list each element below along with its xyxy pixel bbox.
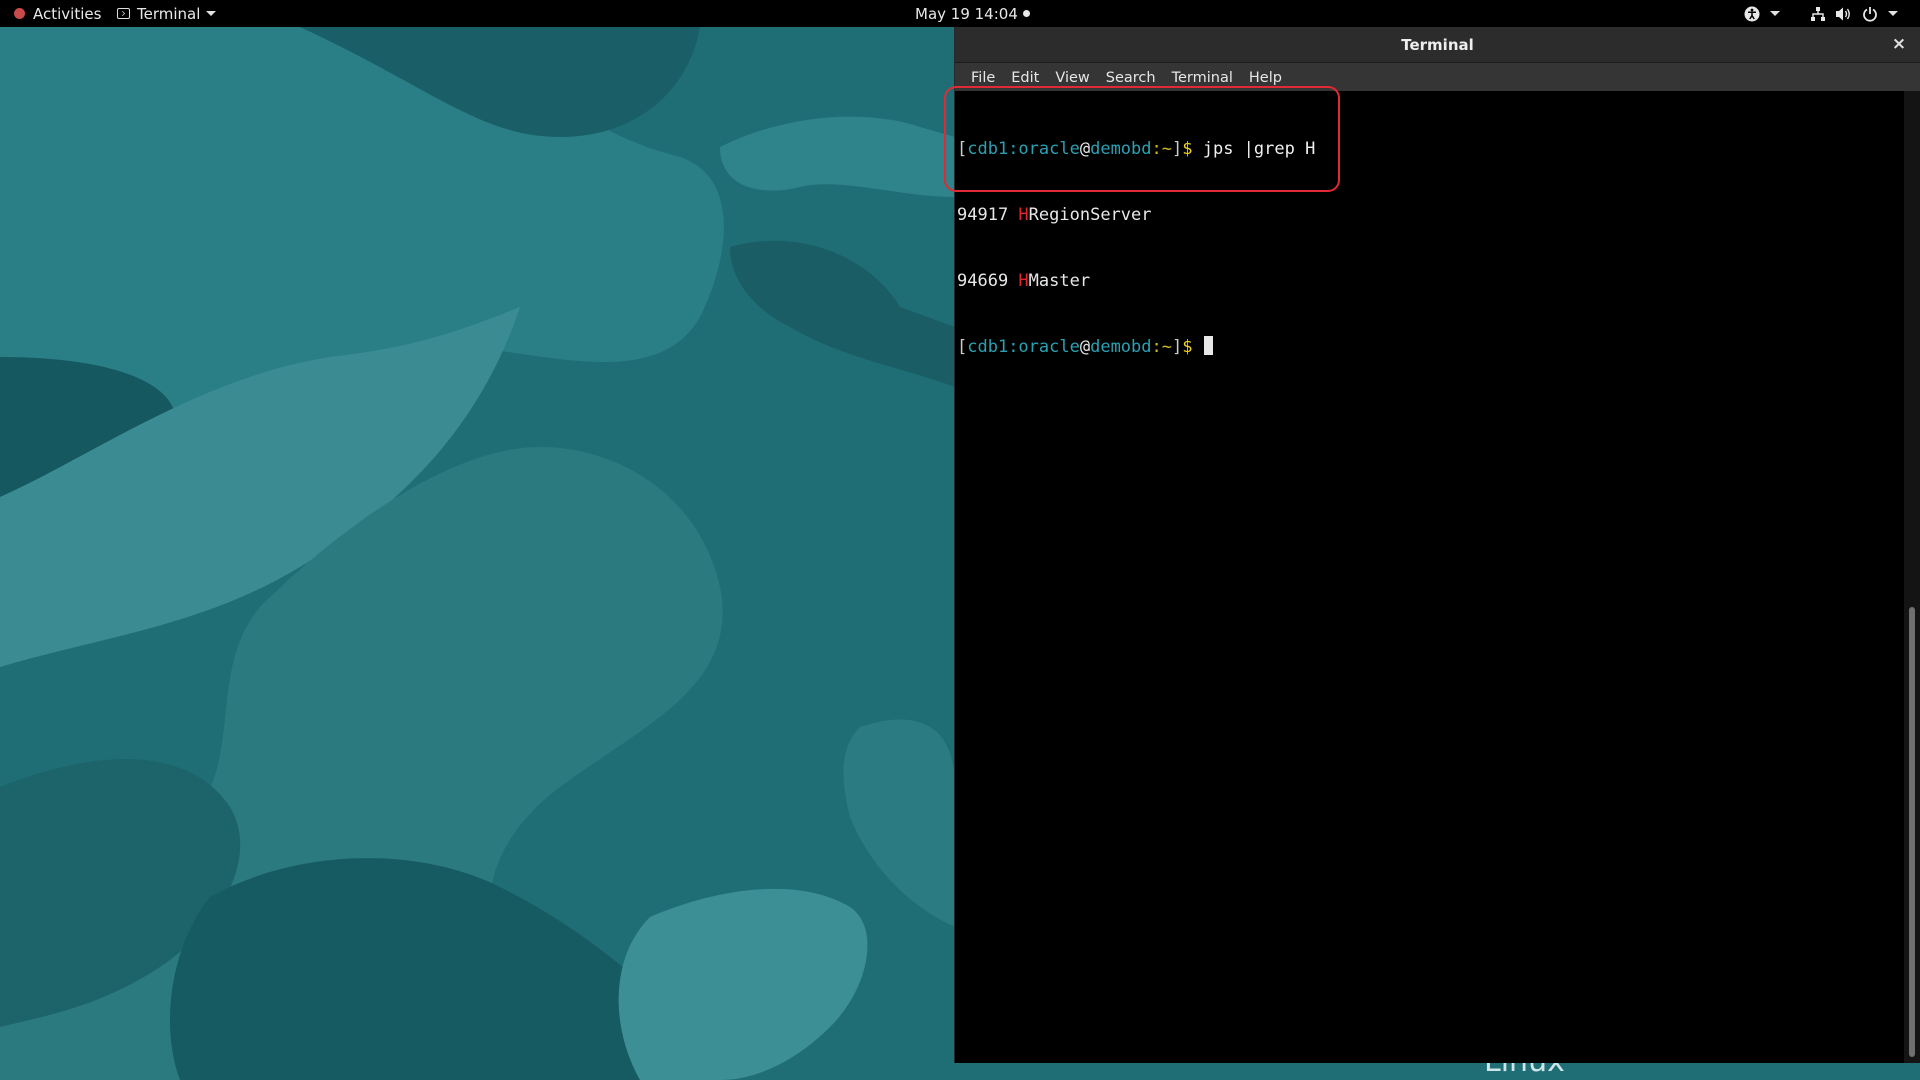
grep-match: H — [1018, 271, 1029, 291]
window-title: Terminal — [1401, 35, 1474, 54]
system-menu[interactable] — [1810, 0, 1898, 27]
scrollbar-thumb[interactable] — [1909, 607, 1915, 1057]
prompt-user: cdb1:oracle — [967, 337, 1080, 357]
prompt-line: [cdb1:oracle@demobd:~]$ — [957, 336, 1315, 358]
network-icon — [1811, 6, 1825, 21]
prompt-path: :~ — [1151, 337, 1172, 357]
clock-button[interactable]: May 19 14:04 — [915, 0, 1030, 27]
app-menu-label: Terminal — [137, 4, 201, 23]
prompt-dollar: $ — [1182, 337, 1193, 357]
prompt-at: @ — [1079, 337, 1091, 357]
window-titlebar[interactable]: Terminal × — [955, 27, 1920, 63]
process-id: 94917 — [957, 205, 1019, 225]
output-line: 94669 HMaster — [957, 270, 1315, 292]
accessibility-menu[interactable] — [1744, 0, 1780, 27]
terminal-output-area[interactable]: [cdb1:oracle@demobd:~]$ jps |grep H 9491… — [955, 91, 1904, 1063]
chevron-down-icon — [1770, 11, 1780, 16]
prompt-bracket: ] — [1172, 337, 1183, 357]
distro-logo-icon — [14, 8, 25, 19]
process-id: 94669 — [957, 271, 1019, 291]
notification-dot-icon — [1022, 10, 1030, 17]
prompt-host: demobd — [1090, 337, 1152, 357]
process-name: RegionServer — [1028, 205, 1152, 225]
vertical-scrollbar[interactable] — [1904, 91, 1920, 1063]
clock-label: May 19 14:04 — [915, 4, 1018, 23]
process-name: Master — [1028, 271, 1091, 291]
text-cursor — [1203, 336, 1213, 355]
activities-label: Activities — [33, 4, 102, 23]
app-menu-button[interactable]: Terminal — [117, 0, 217, 27]
prompt-bracket: [ — [957, 337, 968, 357]
grep-match: H — [1018, 205, 1029, 225]
annotation-highlight-box — [944, 86, 1340, 192]
top-bar: Activities Terminal May 19 14:04 — [0, 0, 1920, 27]
close-icon[interactable]: × — [1890, 35, 1908, 53]
command-text — [1193, 337, 1203, 357]
activities-button[interactable]: Activities — [14, 0, 101, 27]
chevron-down-icon — [206, 11, 217, 16]
accessibility-icon — [1744, 6, 1760, 21]
terminal-app-icon — [117, 8, 130, 19]
output-line: 94917 HRegionServer — [957, 204, 1315, 226]
power-icon — [1863, 6, 1877, 22]
volume-icon — [1836, 7, 1850, 20]
chevron-down-icon — [1888, 11, 1898, 16]
